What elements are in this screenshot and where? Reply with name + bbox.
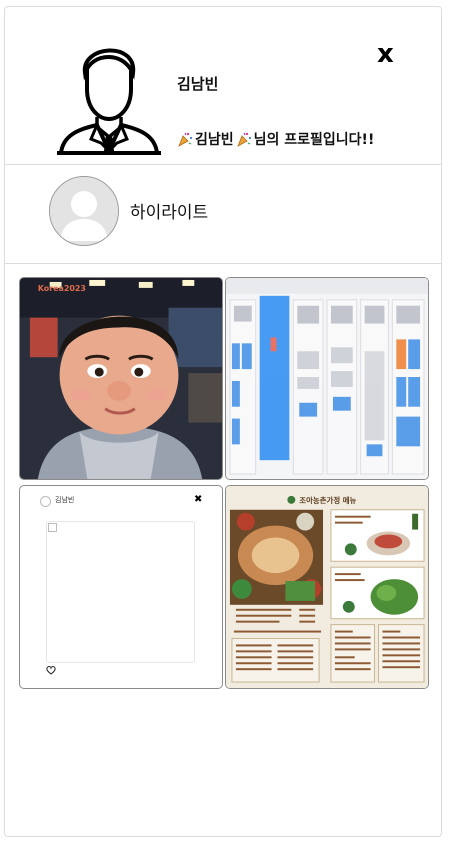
broken-image-icon bbox=[48, 523, 57, 532]
mini-post-author: 김남빈 bbox=[55, 496, 75, 504]
profile-card: 김남빈 x 김남빈 님의 프로필입니다!! 하이라이트 Korea2023 김남… bbox=[4, 6, 442, 837]
profile-welcome-message: 김남빈 님의 프로필입니다!! bbox=[177, 129, 374, 149]
welcome-name: 김남빈 bbox=[195, 132, 234, 148]
post-thumbnail-menu[interactable]: 조아농촌가정 메뉴 bbox=[225, 485, 429, 689]
post-thumbnail-preview[interactable]: 김남빈 ✖ bbox=[19, 485, 223, 689]
mini-close-icon: ✖ bbox=[194, 494, 203, 505]
party-popper-icon bbox=[178, 132, 193, 147]
heart-icon bbox=[46, 665, 56, 675]
mini-post-image-frame bbox=[46, 521, 195, 663]
default-avatar-icon bbox=[50, 177, 118, 245]
profile-header: 김남빈 x 김남빈 님의 프로필입니다!! bbox=[5, 7, 441, 165]
post-grid: Korea2023 김남빈 ✖ 조아농촌가정 메뉴 bbox=[19, 277, 429, 689]
highlight-button[interactable] bbox=[49, 176, 119, 246]
close-button[interactable]: x bbox=[377, 41, 394, 67]
highlight-label: 하이라이트 bbox=[130, 203, 209, 223]
menu-title: 조아농촌가정 메뉴 bbox=[299, 495, 356, 505]
photo-overlay-text: Korea2023 bbox=[38, 284, 86, 293]
selfie-photo-image: Korea2023 bbox=[20, 278, 222, 479]
mini-avatar-icon bbox=[40, 496, 51, 507]
post-thumbnail-photo[interactable]: Korea2023 bbox=[19, 277, 223, 480]
party-popper-icon bbox=[236, 132, 251, 147]
profile-username: 김남빈 bbox=[177, 75, 219, 93]
post-thumbnail-screenshot[interactable] bbox=[225, 277, 429, 480]
user-avatar-icon bbox=[57, 48, 161, 155]
app-screenshot-image bbox=[226, 278, 428, 479]
welcome-suffix: 님의 프로필입니다!! bbox=[253, 132, 375, 148]
highlight-section: 하이라이트 bbox=[5, 164, 441, 264]
menu-image: 조아농촌가정 메뉴 bbox=[226, 486, 428, 688]
